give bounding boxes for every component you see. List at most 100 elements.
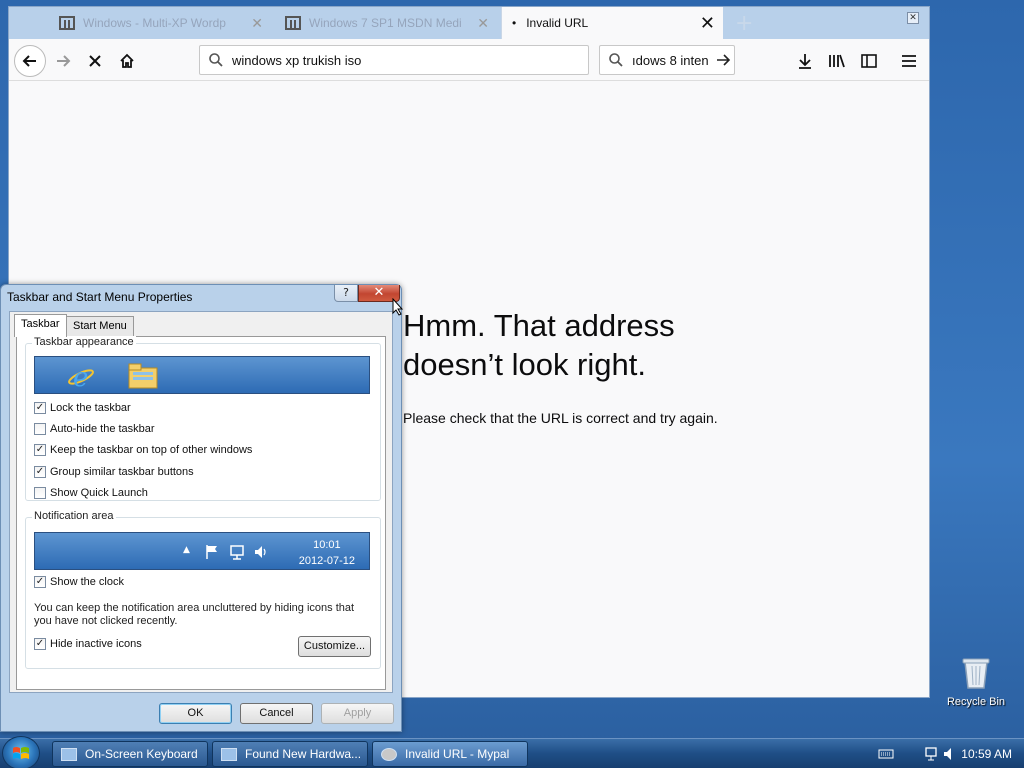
checkbox-label: Lock the taskbar (50, 402, 131, 414)
taskbar-preview: e (34, 356, 370, 394)
notification-note: You can keep the notification area unclu… (34, 602, 355, 627)
mypal-browser-icon (381, 747, 397, 761)
error-description: Please check that the URL is correct and… (403, 410, 718, 426)
library-button[interactable] (821, 45, 853, 77)
address-bar[interactable]: windows xp trukish iso (199, 45, 589, 75)
window-icon (221, 747, 237, 761)
group-buttons-checkbox[interactable]: ✓ Group similar taskbar buttons (34, 466, 194, 478)
tab-close-icon[interactable]: ✕ (477, 15, 489, 32)
taskbar-button-osk[interactable]: On-Screen Keyboard (52, 741, 208, 767)
taskbar-clock[interactable]: 10:59 AM (961, 747, 1012, 761)
downloads-button[interactable] (789, 45, 821, 77)
error-title: Hmm. That address doesn’t look right. (403, 308, 675, 382)
search-bar[interactable]: ıdows 8 inten (599, 45, 735, 75)
folder-icon (128, 363, 158, 389)
address-bar-text: windows xp trukish iso (232, 52, 362, 68)
forward-arrow-icon (57, 55, 71, 67)
download-icon (799, 54, 811, 69)
cancel-button[interactable]: Cancel (240, 703, 313, 724)
checkbox-label: Show the clock (50, 576, 124, 588)
customize-button[interactable]: Customize... (298, 636, 371, 657)
windows-logo-icon (13, 747, 29, 759)
group-label-appearance: Taskbar appearance (32, 336, 136, 348)
taskbar: On-Screen Keyboard Found New Hardwa... I… (0, 736, 1024, 768)
search-go-arrow-icon[interactable] (715, 52, 731, 68)
checkbox-label: Show Quick Launch (50, 487, 148, 499)
internet-explorer-icon: e (68, 363, 94, 392)
checkbox-box: ✓ (34, 638, 46, 650)
tab-start-menu[interactable]: Start Menu (66, 316, 134, 336)
keyboard-tray-icon[interactable] (878, 748, 894, 760)
taskbar-button-found-hardware[interactable]: Found New Hardwa... (212, 741, 368, 767)
flag-icon (206, 545, 217, 559)
network-tray-icon[interactable] (924, 746, 940, 762)
recycle-bin-icon (962, 658, 990, 689)
apply-button[interactable]: Apply (321, 703, 394, 724)
keep-on-top-checkbox[interactable]: ✓ Keep the taskbar on top of other windo… (34, 444, 252, 456)
notification-preview: ▲ 10:01 2012-07-12 (34, 532, 370, 570)
search-icon (209, 53, 223, 67)
checkbox-box (34, 487, 46, 499)
back-arrow-icon (22, 55, 36, 67)
hide-inactive-checkbox[interactable]: ✓ Hide inactive icons (34, 638, 142, 650)
help-button[interactable]: ? (334, 285, 358, 302)
show-clock-checkbox[interactable]: ✓ Show the clock (34, 576, 124, 588)
tab-invalid-url[interactable]: • Invalid URL ✕ (501, 7, 723, 39)
sidebar-icon (861, 54, 877, 68)
volume-tray-icon[interactable] (942, 746, 958, 762)
taskbar-button-label: On-Screen Keyboard (85, 747, 198, 761)
search-bar-text: ıdows 8 inten (632, 52, 709, 68)
stop-button[interactable] (79, 45, 111, 77)
notification-area-group: Notification area ▲ 10:01 2012-07-12 ✓ S… (25, 510, 381, 669)
recycle-bin[interactable]: Recycle Bin (940, 656, 1012, 708)
svg-text:e: e (73, 363, 88, 392)
site-favicon-icon (59, 16, 75, 30)
checkbox-box: ✓ (34, 466, 46, 478)
quick-launch-checkbox[interactable]: Show Quick Launch (34, 487, 148, 499)
stop-icon (89, 55, 101, 67)
taskbar-button-label: Invalid URL - Mypal (405, 747, 510, 761)
tab-label: Invalid URL (526, 16, 589, 30)
tab-bar: Windows - Multi-XP Wordp ✕ Windows 7 SP1… (9, 7, 929, 39)
taskbar-button-label: Found New Hardwa... (245, 747, 362, 761)
preview-date: 2012-07-12 (298, 555, 355, 567)
auto-hide-checkbox[interactable]: Auto-hide the taskbar (34, 423, 155, 435)
tab-close-icon[interactable]: ✕ (700, 13, 715, 34)
taskbar-tab-panel: Taskbar appearance e ✓ Lock the taskbar … (16, 336, 386, 690)
taskbar-button-mypal[interactable]: Invalid URL - Mypal (372, 741, 528, 767)
search-icon (609, 53, 623, 67)
taskbar-properties-dialog: Taskbar and Start Menu Properties ? ✕ Ta… (0, 284, 402, 732)
recycle-bin-label: Recycle Bin (946, 696, 1006, 708)
tab-taskbar[interactable]: Taskbar (14, 314, 67, 337)
forward-button[interactable] (47, 45, 79, 77)
network-icon (230, 545, 244, 560)
navigation-toolbar: windows xp trukish iso ıdows 8 inten (9, 39, 929, 81)
preview-clock: 10:01 2012-07-12 (299, 537, 355, 569)
checkbox-box: ✓ (34, 576, 46, 588)
ok-button[interactable]: OK (159, 703, 232, 724)
checkbox-label: Auto-hide the taskbar (50, 423, 155, 435)
menu-button[interactable] (893, 45, 925, 77)
checkbox-label: Group similar taskbar buttons (50, 466, 194, 478)
dialog-title: Taskbar and Start Menu Properties (7, 290, 193, 304)
dialog-body: Taskbar Start Menu Taskbar appearance e (9, 311, 393, 693)
keyboard-icon (61, 747, 77, 761)
window-close-icon[interactable]: ✕ (907, 12, 919, 24)
home-icon (120, 53, 134, 68)
tab-close-icon[interactable]: ✕ (251, 15, 263, 32)
lock-taskbar-checkbox[interactable]: ✓ Lock the taskbar (34, 402, 131, 414)
new-tab-button[interactable]: + (735, 11, 753, 36)
mouse-cursor-icon (392, 298, 404, 316)
start-button[interactable] (2, 736, 40, 768)
sidebar-button[interactable] (853, 45, 885, 77)
hamburger-menu-icon (902, 55, 916, 67)
checkbox-label: Keep the taskbar on top of other windows (50, 444, 253, 456)
loading-dot-icon: • (512, 16, 517, 30)
tab-windows-multi-xp[interactable]: Windows - Multi-XP Wordp ✕ (49, 7, 271, 39)
checkbox-box: ✓ (34, 402, 46, 414)
tab-windows-7-sp1[interactable]: Windows 7 SP1 MSDN Medi ✕ (275, 7, 497, 39)
home-button[interactable] (111, 45, 143, 77)
tab-label: Windows - Multi-XP Wordp (83, 16, 226, 30)
back-button[interactable] (14, 45, 46, 77)
taskbar-appearance-group: Taskbar appearance e ✓ Lock the taskbar … (25, 336, 381, 501)
